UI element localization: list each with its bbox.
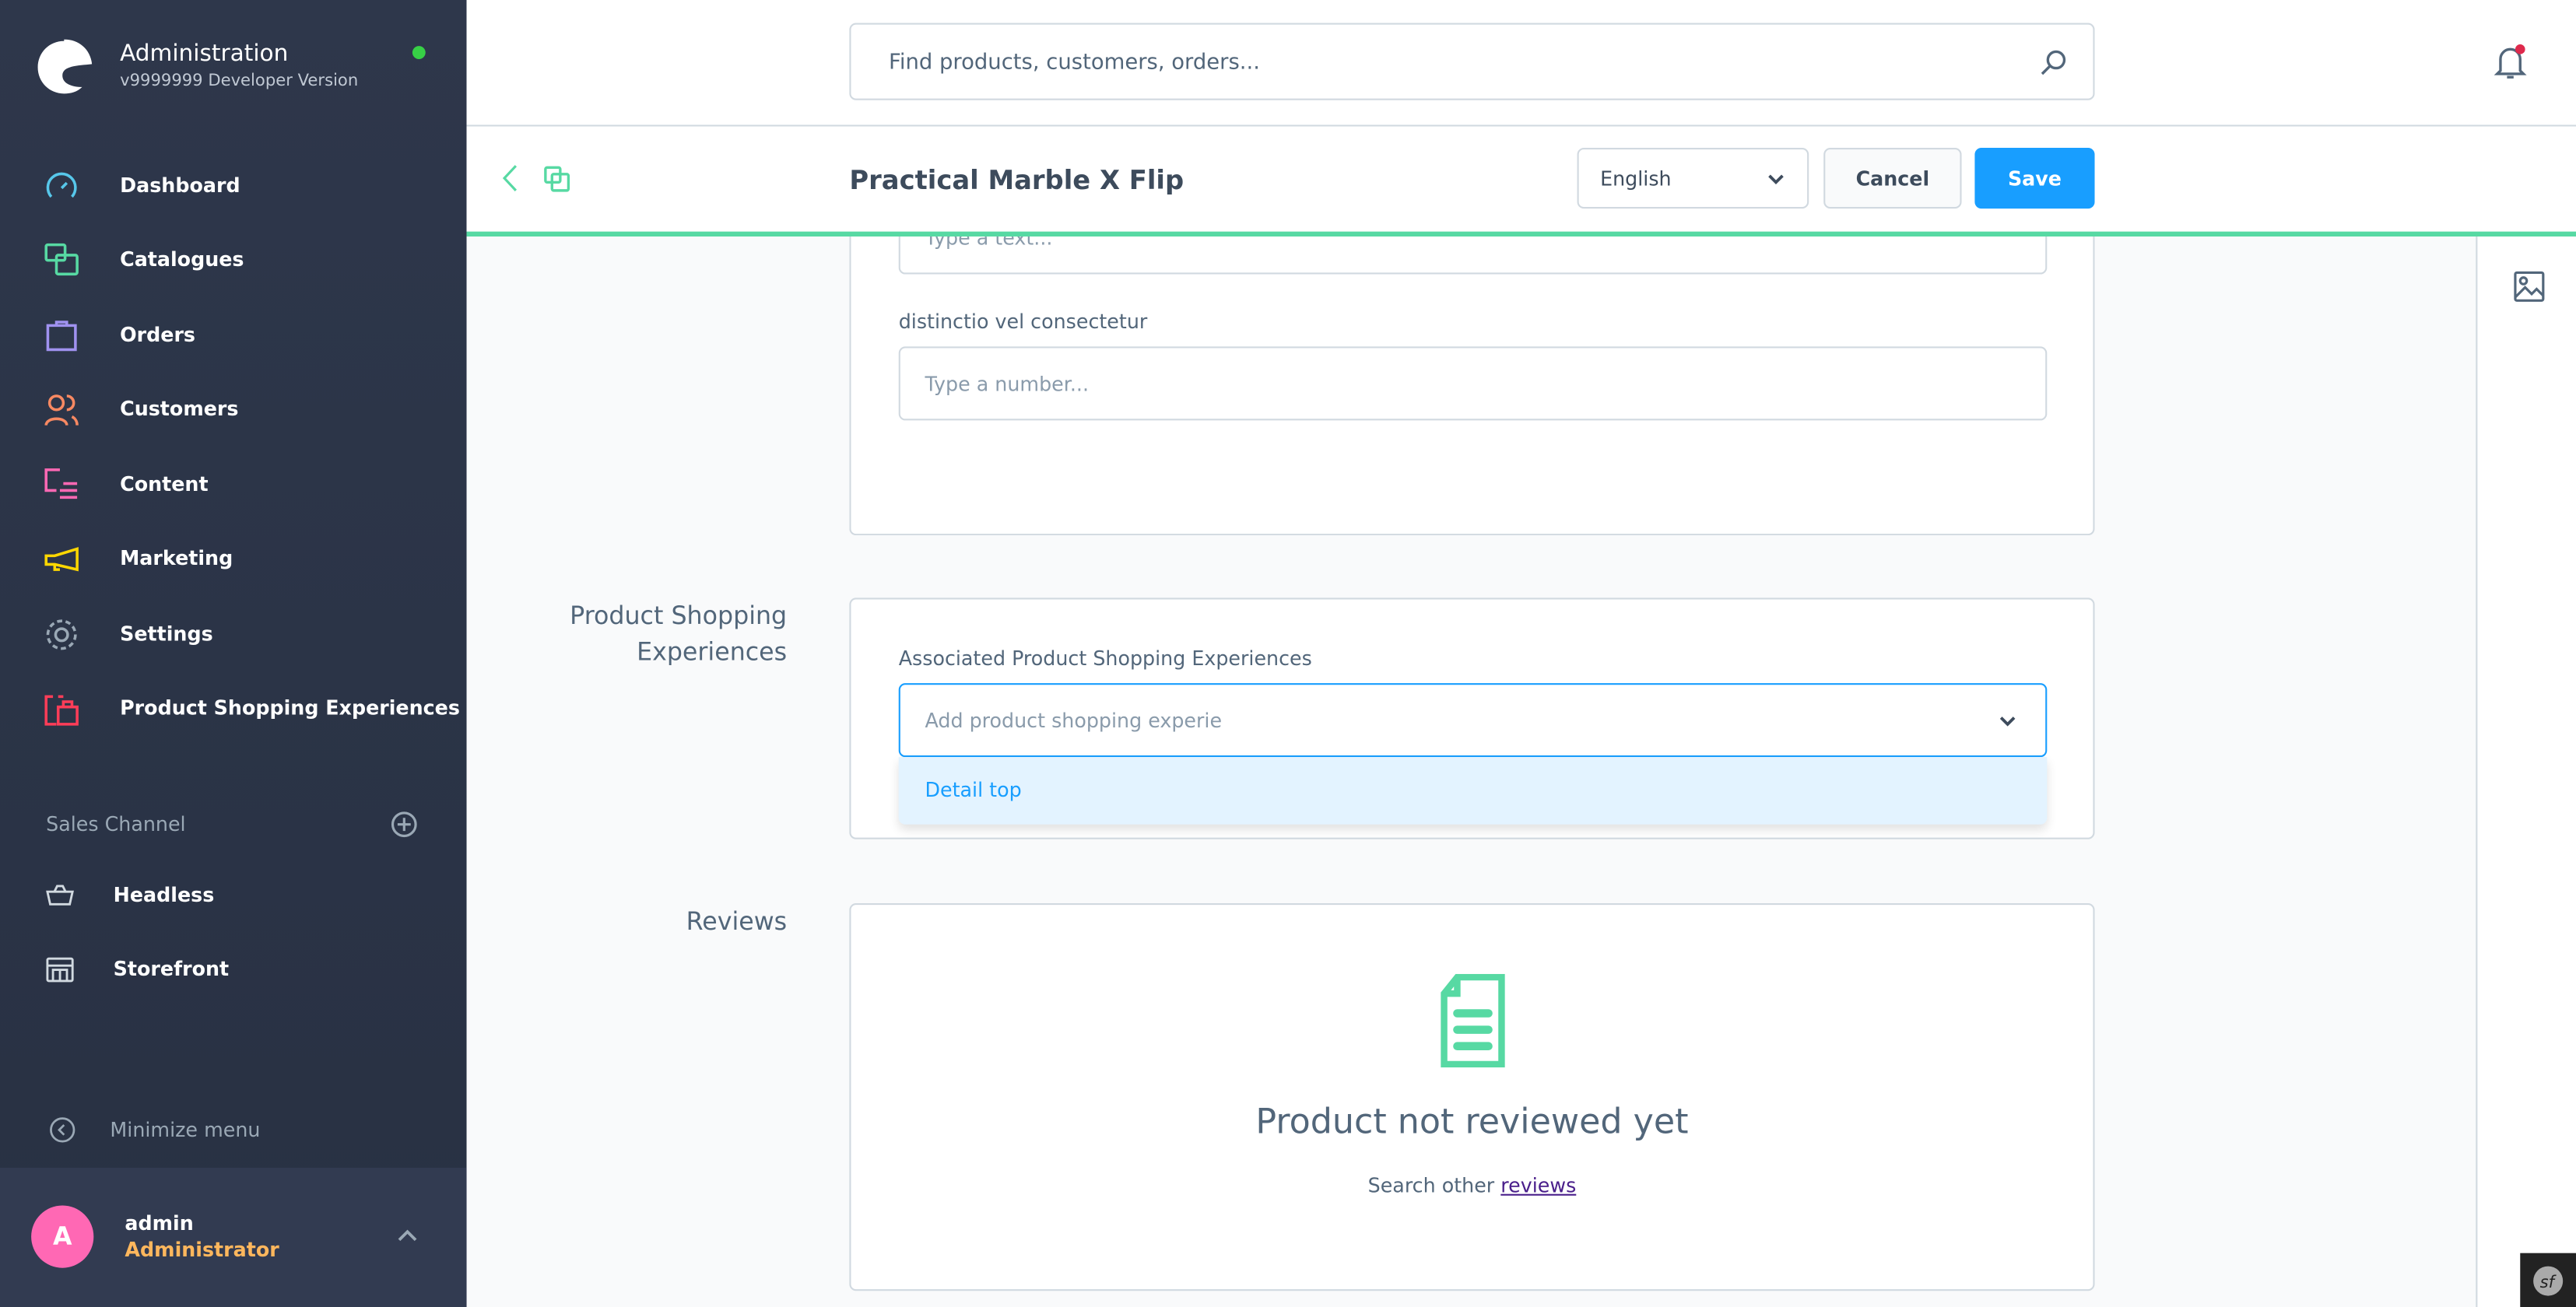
language-value: English [1600,167,1672,191]
empty-state-title: Product not reviewed yet [1255,1102,1689,1142]
app-title: Administration [120,40,289,68]
avatar: A [31,1205,94,1268]
sidebar-item-customers[interactable]: Customers [0,376,467,441]
text-placeholder: Type a text... [925,236,1053,250]
status-indicator [412,46,426,59]
symfony-icon: sf [2533,1265,2564,1295]
minimize-menu-button[interactable]: Minimize menu [0,1104,467,1157]
chevron-left-circle-icon [50,1117,75,1143]
sidebar-item-label: Catalogues [120,247,244,272]
settings-icon [46,618,77,650]
sidebar-item-catalogues[interactable]: Catalogues [0,226,467,292]
sidebar-item-orders[interactable]: Orders [0,302,467,367]
catalogues-icon [44,242,79,275]
language-select[interactable]: English [1577,147,1809,209]
sales-channel-storefront[interactable]: Storefront [0,936,467,1001]
sidebar-item-content[interactable]: Content [0,452,467,517]
custom-fields-card: Type a text... distinctio vel consectetu… [849,236,2095,536]
chevron-up-icon[interactable] [398,1228,417,1242]
sidebar-item-settings[interactable]: Settings [0,601,467,667]
duplicate-icon[interactable] [544,166,570,192]
number-placeholder: Type a number... [925,372,1090,395]
smart-bar [466,126,2576,237]
sidebar-item-label: Product Shopping Experiences [120,696,460,720]
content-icon [44,468,78,499]
basket-icon [46,884,74,905]
sidebar-item-label: Dashboard [120,173,240,198]
cancel-button[interactable]: Cancel [1823,147,1962,209]
user-role: Administrator [125,1238,279,1262]
text-input[interactable]: Type a text... [898,236,2048,275]
dashboard-icon [46,171,77,198]
global-search-input[interactable]: Find products, customers, orders... [849,23,2095,100]
sidebar-item-label: Customers [120,397,239,421]
user-name: admin [125,1211,194,1235]
customers-icon [44,394,79,426]
sidebar-item-label: Marketing [120,546,233,570]
app-version: v9999999 Developer Version [120,72,359,91]
user-panel[interactable]: A admin Administrator [0,1167,467,1307]
field-label: Associated Product Shopping Experiences [898,646,1312,671]
notification-bell-icon[interactable] [2494,44,2527,80]
search-placeholder: Find products, customers, orders... [889,51,1260,76]
sidebar-item-label: Settings [120,622,213,646]
sidebar: Administration v9999999 Developer Versio… [0,0,467,1307]
orders-icon [46,320,77,351]
minimize-menu-label: Minimize menu [110,1118,261,1142]
number-input[interactable]: Type a number... [898,346,2048,421]
page-title: Practical Marble X Flip [849,164,1184,196]
section-title-shopping-experiences: Product Shopping Experiences [570,601,788,668]
select-placeholder: Add product shopping experie [925,708,1223,732]
sidebar-item-dashboard[interactable]: Dashboard [0,152,467,218]
chevron-down-icon [1768,174,1784,185]
image-icon[interactable] [2514,271,2545,302]
field-label: distinctio vel consectetur [898,310,1148,334]
sidebar-item-label: Headless [113,883,215,907]
top-bar: Find products, customers, orders... [466,0,2576,127]
empty-state-subtitle: Search other reviews [851,1174,2093,1197]
sales-channel-headless[interactable]: Headless [0,862,467,927]
section-title-reviews: Reviews [686,906,788,937]
shopping-experiences-card: Associated Product Shopping Experiences … [849,597,2095,839]
chevron-down-icon [1999,717,2016,727]
marketing-icon [44,546,79,571]
back-arrow-icon[interactable] [501,164,518,192]
storefront-icon [46,956,74,982]
reviews-link[interactable]: reviews [1500,1174,1576,1197]
search-prefix: Search other [1367,1174,1495,1197]
sidebar-item-label: Storefront [113,957,230,981]
option-label: Detail top [925,778,1022,802]
sidebar-item-label: Content [120,472,209,496]
dropdown-option-detail-top[interactable]: Detail top [898,757,2048,825]
sidebar-item-product-shopping-experiences[interactable]: Product Shopping Experiences [0,675,467,741]
save-button[interactable]: Save [1974,147,2095,209]
right-sidebar [2476,236,2576,1307]
shopping-experience-select[interactable]: Add product shopping experie [898,683,2048,758]
symfony-toolbar-toggle[interactable]: sf [2520,1253,2576,1307]
search-icon[interactable] [2041,49,2067,75]
document-icon [1441,973,1505,1068]
shopware-logo-icon [37,39,93,94]
shopping-experiences-icon [44,694,79,725]
sidebar-item-marketing[interactable]: Marketing [0,526,467,591]
reviews-card: Product not reviewed yet Search other re… [849,903,2095,1291]
add-sales-channel-icon[interactable] [391,811,417,838]
sales-channel-heading: Sales Channel [46,812,186,836]
sidebar-item-label: Orders [120,323,196,347]
